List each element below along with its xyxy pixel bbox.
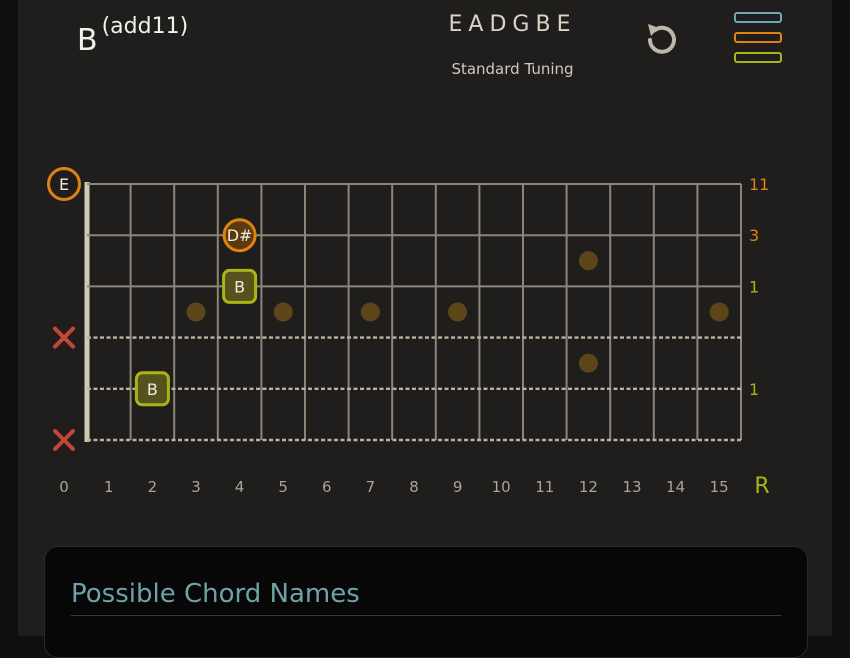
fret-number: 7 (366, 478, 376, 496)
fret-marker (273, 302, 293, 322)
fretboard[interactable]: E 11D# 3B 1B 10 1 2 3 4 5 6 7 8 9 10 11 12 13 14 15 R (0, 0, 850, 540)
fret-marker (360, 302, 380, 322)
note-label: E (59, 175, 69, 194)
fret-number: 6 (322, 478, 332, 496)
fret-number: 14 (666, 478, 685, 496)
fret-marker (186, 302, 206, 322)
fret-number: 12 (579, 478, 598, 496)
muted-string-icon[interactable] (53, 429, 75, 451)
chord-names-title: Possible Chord Names (71, 579, 360, 609)
fret-number: 9 (453, 478, 463, 496)
fret-marker (448, 302, 468, 322)
muted-string-icon[interactable] (53, 326, 75, 349)
fret-number: 1 (104, 478, 114, 496)
fret-number: 2 (148, 478, 158, 496)
fret-number: 15 (710, 478, 729, 496)
note-label: B (147, 380, 158, 399)
interval-label: 1 (749, 277, 759, 296)
interval-label: 1 (749, 380, 759, 399)
fret-marker (709, 302, 729, 322)
fret-number: 0 (59, 478, 69, 496)
fret-marker (578, 353, 598, 373)
fret-number: 10 (492, 478, 511, 496)
chord-names-card: Possible Chord Names (44, 546, 808, 658)
interval-label: 11 (749, 175, 769, 194)
fret-number: 8 (409, 478, 419, 496)
chord-names-divider (71, 615, 781, 616)
note-label: B (234, 277, 245, 296)
root-indicator-label: R (754, 474, 769, 499)
fret-number: 4 (235, 478, 245, 496)
fret-number: 13 (622, 478, 641, 496)
fret-marker (578, 251, 598, 271)
fret-number: 11 (535, 478, 554, 496)
interval-label: 3 (749, 226, 759, 245)
note-label: D# (227, 226, 253, 245)
fret-number: 3 (191, 478, 201, 496)
fret-number: 5 (278, 478, 288, 496)
